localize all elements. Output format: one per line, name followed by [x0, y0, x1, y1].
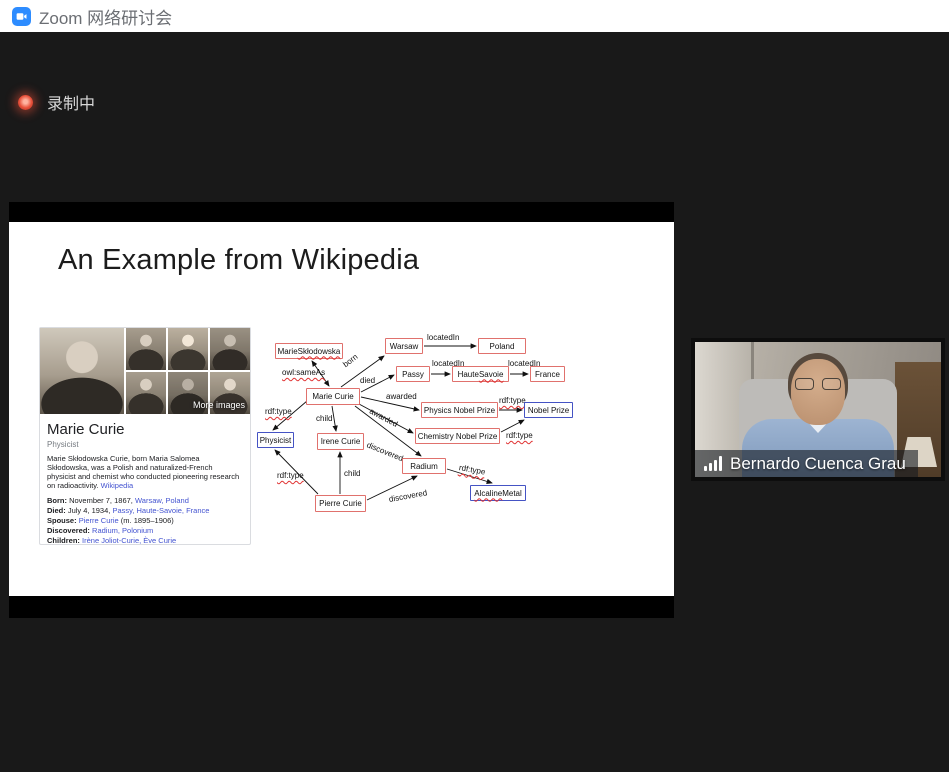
graph-node-passy: Passy: [396, 366, 430, 382]
graph-node-pierre-curie: Pierre Curie: [315, 495, 366, 512]
edge-label: rdf:type: [499, 396, 526, 405]
infobox-field: Died: July 4, 1934, Passy, Haute-Savoie,…: [47, 506, 243, 516]
infobox-description: Marie Skłodowska Curie, born Maria Salom…: [47, 454, 243, 490]
graph-node-chemistry-nobel-prize: Chemistry Nobel Prize: [415, 428, 500, 444]
speaker-glasses: [795, 378, 841, 391]
infobox-subtitle: Physicist: [47, 440, 243, 449]
edge-label: locatedIn: [427, 333, 459, 342]
infobox-field: Discovered: Radium, Polonium: [47, 526, 243, 536]
portrait-photo-large: [40, 328, 124, 414]
edge-label: owl:sameAs: [282, 368, 325, 377]
wikipedia-infobox: More images Marie Curie Physicist Marie …: [39, 327, 251, 545]
recording-indicator: 录制中: [18, 90, 95, 114]
recording-label: 录制中: [47, 90, 95, 114]
zoom-window: Zoom 网络研讨会 录制中 An Example from Wikipedia: [0, 0, 949, 772]
meeting-stage: 录制中 An Example from Wikipedia More image…: [0, 32, 949, 772]
graph-node-physics-nobel-prize: Physics Nobel Prize: [421, 402, 498, 418]
more-images-label: More images: [193, 400, 245, 410]
graph-node-radium: Radium: [402, 458, 446, 474]
infobox-field: Children: Irène Joliot-Curie, Ève Curie: [47, 536, 243, 546]
graph-node-france: France: [530, 366, 565, 382]
graph-node-physicist: Physicist: [257, 432, 294, 448]
zoom-logo-icon: [12, 7, 31, 26]
participant-video[interactable]: Bernardo Cuenca Grau: [691, 338, 945, 481]
infobox-body: Marie Curie Physicist Marie Skłodowska C…: [40, 421, 250, 546]
graph-node-irene-curie: Irene Curie: [317, 433, 364, 450]
portrait-photo: [126, 372, 166, 414]
signal-strength-icon: [704, 456, 722, 471]
presentation-slide: An Example from Wikipedia More images Ma…: [9, 222, 674, 596]
edge-label: rdf:type: [265, 407, 292, 416]
infobox-field: Spouse: Pierre Curie (m. 1895–1906): [47, 516, 243, 526]
edge-label: child: [344, 469, 360, 478]
graph-node-poland: Poland: [478, 338, 526, 354]
edge-label: died: [360, 376, 375, 385]
edge-label: rdf:type: [506, 431, 533, 440]
edge-label: child: [316, 414, 332, 423]
infobox-field: Born: November 7, 1867, Warsaw, Poland: [47, 496, 243, 506]
recording-dot-icon: [18, 95, 33, 110]
infobox-fields: Born: November 7, 1867, Warsaw, PolandDi…: [47, 496, 243, 546]
knowledge-graph: owl:sameAsbornlocatedIndiedlocatedInloca…: [255, 330, 595, 530]
graph-node-marie-curie: Marie Curie: [306, 388, 360, 405]
edge-label: awarded: [386, 392, 417, 401]
graph-node-warsaw: Warsaw: [385, 338, 423, 354]
participant-name-bar: Bernardo Cuenca Grau: [695, 450, 918, 477]
window-title: Zoom 网络研讨会: [39, 4, 172, 29]
graph-node-haute-savoie: Haute Savoie: [452, 366, 509, 382]
edge-label: rdf:type: [277, 471, 304, 480]
portrait-photo: [210, 328, 250, 370]
graph-node-marie-sklodowska: Marie Skłodowska: [275, 343, 343, 359]
speaker-head: [791, 359, 845, 425]
photo-collage: More images: [40, 328, 250, 414]
participant-name: Bernardo Cuenca Grau: [730, 454, 906, 474]
graph-node-alcaline-metal: Alcaline Metal: [470, 485, 526, 501]
portrait-photo: [168, 328, 208, 370]
graph-node-nobel-prize: Nobel Prize: [524, 402, 573, 418]
slide-title: An Example from Wikipedia: [58, 244, 419, 277]
shared-screen: An Example from Wikipedia More images Ma…: [9, 202, 674, 618]
infobox-name: Marie Curie: [47, 421, 243, 438]
portrait-photo: [126, 328, 166, 370]
window-titlebar: Zoom 网络研讨会: [0, 0, 949, 32]
